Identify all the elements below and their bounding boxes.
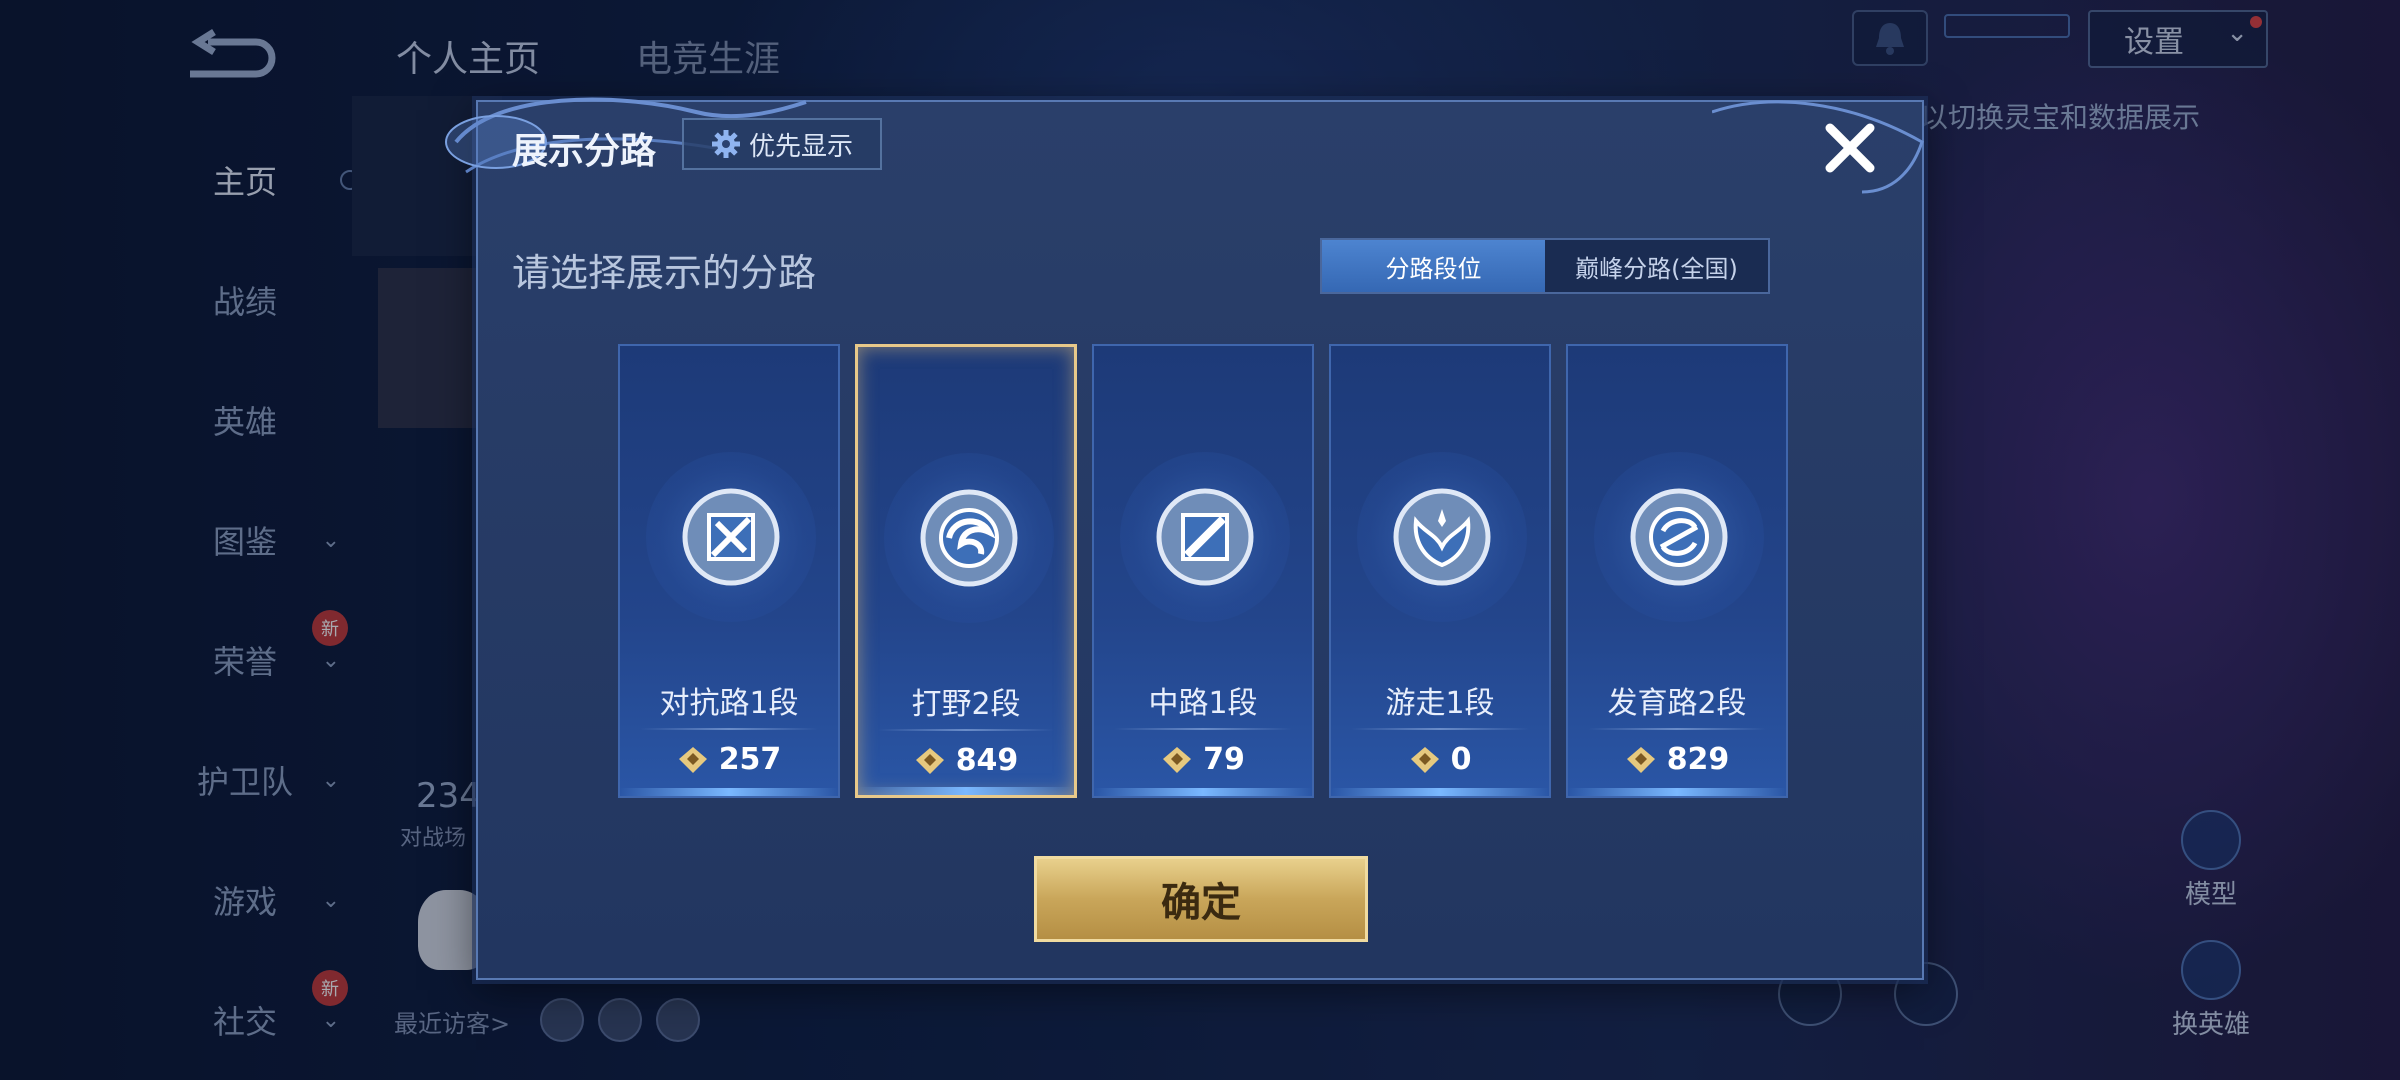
sword-shield-icon	[682, 488, 780, 586]
lane-score: 0	[1331, 742, 1549, 777]
mode-toggle: 分路段位 巅峰分路(全国)	[1320, 238, 1770, 294]
divider	[878, 729, 1054, 731]
rank-points-icon	[1410, 746, 1439, 773]
lane-label: 游走1段	[1385, 686, 1495, 721]
lane-card-mid[interactable]: 中路1段 79	[1092, 344, 1314, 798]
lane-score: 849	[858, 743, 1074, 778]
priority-display-button[interactable]: 优先显示	[682, 118, 882, 170]
selection-prompt: 请选择展示的分路	[512, 251, 817, 295]
close-icon[interactable]	[1818, 116, 1882, 180]
bow-icon	[1630, 488, 1728, 586]
card-glow	[1094, 788, 1312, 796]
lane-card-jungle[interactable]: 打野2段 849	[855, 344, 1077, 798]
gear-icon	[711, 130, 740, 158]
divider	[640, 728, 818, 730]
lane-label: 对抗路1段	[659, 686, 799, 721]
divider	[1351, 728, 1529, 730]
rank-points-icon	[915, 747, 944, 774]
lane-cards: 对抗路1段 257 打野2段 849 中路1段 79 游走1段 0 发育路2段 …	[618, 344, 1808, 800]
lane-card-top[interactable]: 对抗路1段 257	[618, 344, 840, 798]
divider	[1114, 728, 1292, 730]
wings-icon	[1393, 488, 1491, 586]
dialog-title: 展示分路	[512, 131, 657, 172]
lane-card-roam[interactable]: 游走1段 0	[1329, 344, 1551, 798]
lane-label: 发育路2段	[1607, 686, 1747, 721]
lane-score: 829	[1568, 742, 1786, 777]
staff-icon	[1156, 488, 1254, 586]
lane-score: 257	[620, 742, 838, 777]
card-glow	[1568, 788, 1786, 796]
lane-label: 中路1段	[1148, 686, 1258, 721]
divider	[1588, 728, 1766, 730]
rank-points-icon	[678, 746, 707, 773]
lane-score: 79	[1094, 742, 1312, 777]
lane-display-dialog: 展示分路 优先显示 请选择展示的分路 分路段位 巅峰分路(全国) 对抗路1段 2…	[445, 97, 1924, 980]
confirm-button[interactable]: 确定	[1034, 856, 1368, 942]
card-glow	[620, 788, 838, 796]
card-glow	[858, 787, 1074, 795]
lane-label: 打野2段	[911, 687, 1021, 722]
rank-points-icon	[1626, 746, 1655, 773]
tab-peak-lane[interactable]: 巅峰分路(全国)	[1545, 240, 1768, 292]
tab-lane-rank[interactable]: 分路段位	[1322, 240, 1545, 292]
card-glow	[1331, 788, 1549, 796]
lane-card-farm[interactable]: 发育路2段 829	[1566, 344, 1788, 798]
dragon-claw-icon	[920, 489, 1018, 587]
rank-points-icon	[1163, 746, 1192, 773]
